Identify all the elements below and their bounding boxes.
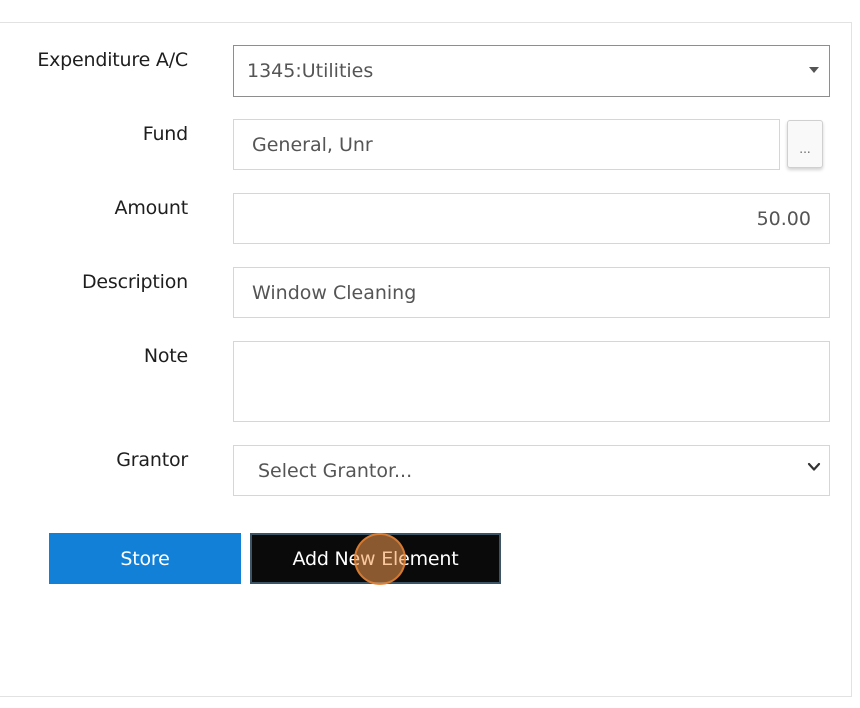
add-new-element-button[interactable]: Add New Element — [250, 533, 501, 584]
fund-input[interactable]: General, Unr — [233, 119, 780, 170]
caret-down-icon — [809, 67, 819, 73]
amount-input[interactable]: 50.00 — [233, 193, 830, 244]
chevron-down-icon — [807, 462, 821, 471]
amount-label: Amount — [114, 197, 189, 219]
note-textarea[interactable] — [233, 341, 830, 422]
store-button[interactable]: Store — [49, 533, 241, 584]
fund-value: General, Unr — [252, 133, 373, 156]
amount-value: 50.00 — [756, 207, 811, 230]
description-label: Description — [81, 271, 188, 293]
fund-label: Fund — [142, 123, 188, 145]
expenditure-select[interactable]: 1345:Utilities — [233, 45, 830, 97]
expenditure-label: Expenditure A/C — [37, 49, 188, 71]
grantor-label: Grantor — [116, 449, 188, 471]
grantor-placeholder: Select Grantor... — [258, 459, 413, 482]
description-value: Window Cleaning — [252, 281, 417, 304]
description-input[interactable]: Window Cleaning — [233, 267, 830, 318]
expenditure-value: 1345:Utilities — [247, 60, 374, 82]
grantor-select[interactable]: Select Grantor... — [233, 445, 830, 496]
note-label: Note — [143, 345, 188, 367]
fund-lookup-button[interactable]: ... — [787, 120, 823, 168]
